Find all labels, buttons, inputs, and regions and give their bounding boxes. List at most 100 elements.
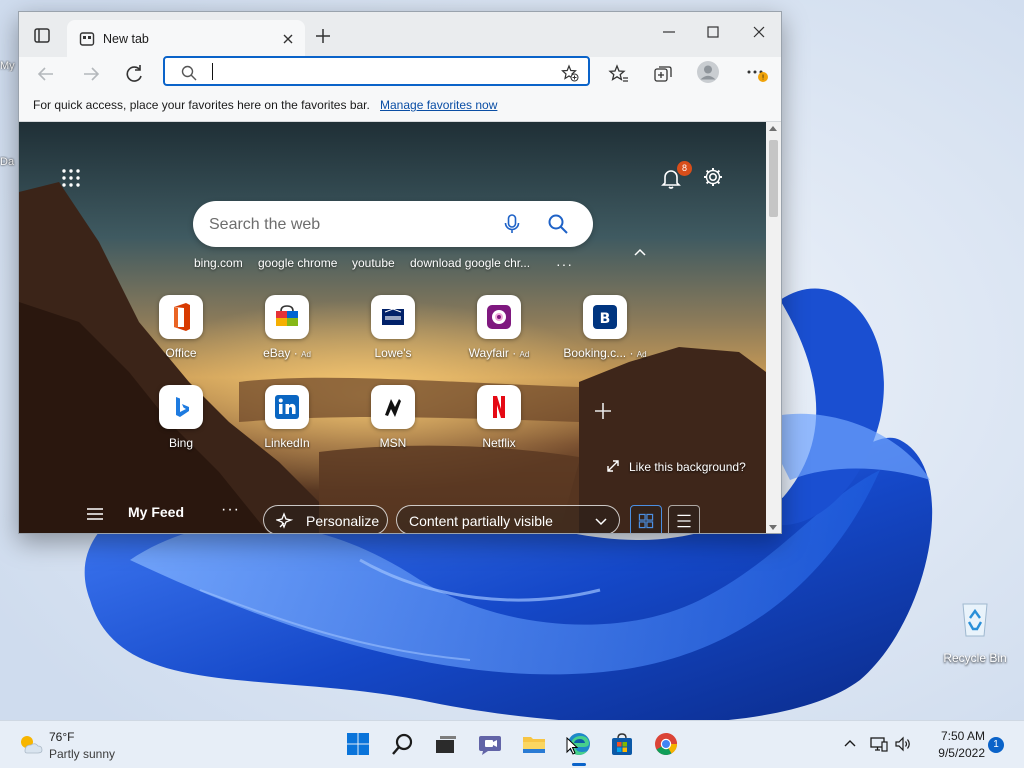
navigation-toolbar: ! — [19, 56, 781, 90]
quick-link-ebay[interactable]: eBay · Ad — [239, 295, 335, 375]
ebay-logo-icon — [265, 295, 309, 339]
scroll-thumb[interactable] — [769, 140, 778, 217]
recycle-bin-shortcut[interactable]: Recycle Bin — [940, 598, 1010, 665]
desktop-icon-partial[interactable]: Da — [0, 156, 18, 168]
expand-arrows-icon — [607, 460, 619, 472]
quick-link-lowes[interactable]: Lowe's — [345, 295, 441, 375]
network-icon[interactable] — [870, 735, 888, 753]
chevron-up-icon[interactable] — [633, 246, 647, 260]
suggestion-link[interactable]: youtube — [352, 256, 395, 270]
page-scrollbar[interactable] — [766, 122, 781, 533]
content-visibility-value: Content partially visible — [409, 513, 553, 529]
tile-label: Lowe's — [374, 346, 412, 360]
file-explorer-icon[interactable] — [521, 731, 547, 757]
desktop-icon-partial[interactable]: My — [0, 60, 18, 72]
tab-actions-icon[interactable] — [29, 25, 55, 47]
weather-condition[interactable]: Partly sunny — [49, 747, 115, 761]
volume-icon[interactable] — [894, 735, 912, 753]
new-tab-icon — [79, 32, 95, 46]
weather-temperature[interactable]: 76°F — [49, 730, 74, 744]
tile-label: Office — [165, 346, 197, 360]
linkedin-logo-icon — [265, 385, 309, 429]
feed-title[interactable]: My Feed — [128, 504, 184, 520]
quick-link-linkedin[interactable]: LinkedIn — [239, 385, 335, 465]
close-window-button[interactable] — [739, 20, 779, 44]
edge-browser-window: New tab ! For quick access, place your f… — [18, 11, 782, 534]
start-windows-icon[interactable] — [345, 731, 371, 757]
teams-chat-icon[interactable] — [477, 731, 503, 757]
scroll-down-arrow-icon[interactable] — [769, 525, 777, 530]
suggestion-link[interactable]: google chrome — [258, 256, 337, 270]
forward-arrow-icon[interactable] — [76, 60, 106, 88]
favorites-icon[interactable] — [604, 60, 634, 88]
scroll-up-arrow-icon[interactable] — [769, 126, 777, 131]
svg-text:!: ! — [762, 74, 765, 82]
quick-link-office[interactable]: Office — [133, 295, 229, 375]
quick-link-booking[interactable]: B Booking.c... · Ad — [557, 295, 653, 375]
svg-text:B: B — [600, 311, 611, 327]
close-tab-icon[interactable] — [279, 30, 297, 48]
chevron-down-icon — [595, 518, 607, 526]
bing-logo-icon — [159, 385, 203, 429]
manage-favorites-link[interactable]: Manage favorites now — [380, 98, 497, 112]
booking-logo-icon: B — [583, 295, 627, 339]
task-view-icon[interactable] — [433, 731, 459, 757]
recycle-bin-icon — [962, 603, 988, 637]
partly-sunny-weather-icon[interactable] — [17, 733, 43, 755]
notification-center-badge[interactable]: 1 — [988, 737, 1004, 753]
collections-icon[interactable] — [648, 60, 678, 88]
chrome-browser-icon[interactable] — [653, 731, 679, 757]
tile-label: Bing — [168, 436, 194, 450]
page-settings-gear-icon[interactable] — [702, 166, 724, 188]
menu-icon[interactable] — [86, 507, 104, 521]
personalize-label: Personalize — [306, 513, 380, 529]
quick-link-bing[interactable]: Bing — [133, 385, 229, 465]
favorites-bar-message: For quick access, place your favorites h… — [33, 98, 370, 112]
quick-link-msn[interactable]: MSN — [345, 385, 441, 465]
list-layout-icon[interactable] — [668, 505, 700, 534]
clock-date[interactable]: 9/5/2022 — [925, 746, 985, 760]
refresh-icon[interactable] — [119, 60, 149, 88]
search-icon[interactable] — [390, 731, 416, 757]
tile-label: Wayfair — [468, 346, 509, 360]
add-site-plus-icon[interactable] — [592, 400, 614, 422]
microphone-icon[interactable] — [503, 213, 521, 235]
personalize-button[interactable]: Personalize — [263, 505, 388, 533]
quick-link-netflix[interactable]: Netflix — [451, 385, 547, 465]
title-bar: New tab — [19, 12, 781, 57]
quick-link-wayfair[interactable]: Wayfair · Ad — [451, 295, 547, 375]
text-caret — [212, 63, 213, 80]
suggestion-link[interactable]: bing.com — [194, 256, 243, 270]
personalize-sparkle-icon — [276, 512, 294, 529]
settings-and-more-icon[interactable]: ! — [741, 60, 771, 88]
ad-tag: Ad — [636, 350, 647, 359]
tile-label: eBay — [263, 346, 291, 360]
content-visibility-dropdown[interactable]: Content partially visible — [396, 505, 620, 533]
address-bar[interactable] — [163, 56, 590, 86]
tab-new-tab[interactable]: New tab — [67, 20, 305, 57]
office-logo-icon — [159, 295, 203, 339]
new-tab-button[interactable] — [311, 25, 335, 47]
feed-toolbar: My Feed ··· Personalize Content partiall… — [19, 492, 766, 534]
tab-title: New tab — [103, 32, 149, 46]
app-launcher-icon[interactable] — [61, 168, 81, 188]
show-hidden-icons-chevron-icon[interactable] — [843, 737, 857, 751]
grid-layout-icon[interactable] — [630, 505, 662, 534]
profile-avatar-icon[interactable] — [696, 60, 720, 84]
web-search-box[interactable]: Search the web — [193, 201, 593, 247]
back-arrow-icon[interactable] — [31, 60, 61, 88]
notification-count-badge: 8 — [677, 161, 692, 176]
search-placeholder: Search the web — [209, 216, 321, 233]
microsoft-store-icon[interactable] — [609, 731, 635, 757]
recycle-bin-label: Recycle Bin — [943, 651, 1007, 665]
search-icon[interactable] — [547, 213, 569, 235]
minimize-button[interactable] — [649, 20, 689, 44]
tile-label: LinkedIn — [264, 436, 310, 450]
clock-time[interactable]: 7:50 AM — [925, 729, 985, 743]
tile-label: MSN — [379, 436, 407, 450]
add-favorite-star-icon[interactable] — [561, 64, 579, 82]
maximize-button[interactable] — [693, 20, 733, 44]
suggestion-link[interactable]: download google chr... — [410, 256, 530, 270]
more-options-icon[interactable]: ··· — [221, 501, 240, 519]
more-suggestions-icon[interactable]: ··· — [556, 256, 573, 272]
